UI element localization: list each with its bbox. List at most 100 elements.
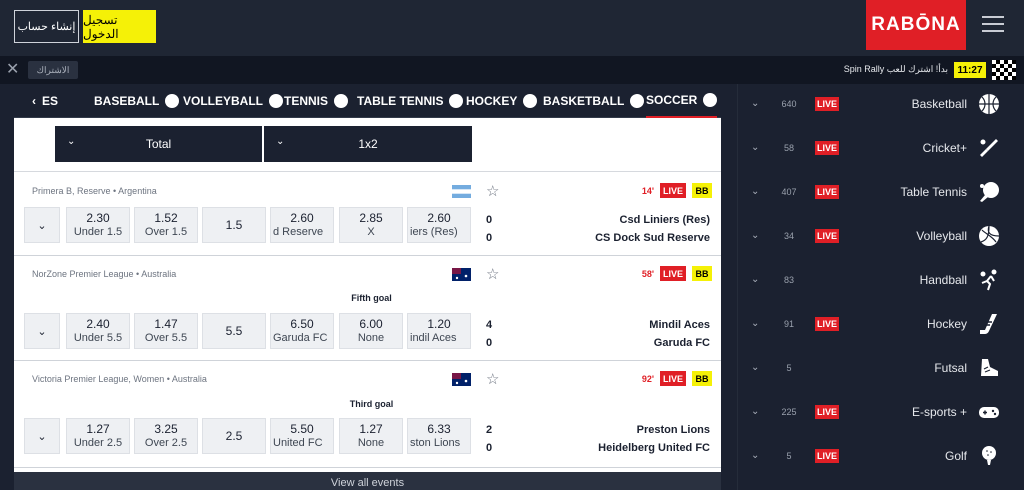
odd-away[interactable]: 5.50 United FC [270,418,334,454]
nav-label: BASKETBALL [543,94,625,108]
team-away[interactable]: Garuda FC [654,337,710,349]
sport-name: Golf [944,449,967,463]
nav-item-tennis[interactable]: TENNIS [284,84,349,118]
menu-icon[interactable] [982,16,1004,36]
view-all-events-button[interactable]: View all events [14,472,721,490]
odd-none[interactable]: 1.27 None [339,418,403,454]
nav-label: HOCKEY [466,94,518,108]
nav-item-volleyball[interactable]: VOLLEYBALL [183,84,283,118]
odd-away[interactable]: 2.60 d Reserve [270,207,334,243]
chevron-down-icon: ⌄ [751,318,760,329]
sidebar-item-esports[interactable]: ⌄ 225 LIVE E-sports + [738,392,1024,436]
chevron-down-icon: ⌄ [67,136,76,147]
odd-under[interactable]: 2.30 Under 1.5 [66,207,130,243]
nav-item-table-tennis[interactable]: TABLE TENNIS [357,84,464,118]
odd-under[interactable]: 2.40 Under 5.5 [66,313,130,349]
australia-flag-icon [452,373,471,386]
odd-none[interactable]: 6.00 None [339,313,403,349]
market-goal-label: Third goal [349,399,394,409]
nav-item-hockey[interactable]: HOCKEY [466,84,538,118]
live-badge: LIVE [815,97,839,111]
table-tennis-icon [449,94,464,108]
nav-item-basketball[interactable]: BASKETBALL [543,84,645,118]
odd-over[interactable]: 1.52 Over 1.5 [134,207,198,243]
rabona-logo[interactable]: RABŌNA [866,0,966,50]
sport-name: Volleyball [916,229,967,243]
subscribe-button[interactable]: الاشتراك [28,61,78,79]
sidebar-item-volleyball[interactable]: ⌄ 34 LIVE Volleyball [738,216,1024,260]
nav-label: TENNIS [284,94,329,108]
chevron-down-icon: ⌄ [276,136,285,147]
favorite-star-icon[interactable]: ☆ [486,265,499,283]
gamepad-icon [979,407,999,418]
sport-name: Table Tennis [900,185,968,199]
ticker-text: Spin Rally بدأ! اشترك للعب [843,64,948,74]
sport-name: Basketball [911,97,967,111]
event-count: 225 [781,407,797,417]
event-count: 91 [783,319,794,329]
expand-odds-button[interactable]: ⌄ [24,313,60,349]
register-button[interactable]: إنشاء حساب [14,10,79,43]
sport-name: Futsal [934,361,967,375]
cricket-icon [980,139,998,157]
odd-home[interactable]: 1.20 indil Aces [407,313,471,349]
sport-name: Hockey [926,317,967,331]
team-home[interactable]: Csd Liniers (Res) [620,214,710,226]
market-filters: ⌄ Total ⌄ 1x2 [14,118,721,172]
favorite-star-icon[interactable]: ☆ [486,182,499,200]
live-badge: LIVE [660,183,686,198]
sidebar-item-cricket[interactable]: ⌄ 58 LIVE Cricket+ [738,128,1024,172]
sport-name: Handball [919,273,967,287]
team-away[interactable]: CS Dock Sud Reserve [595,232,710,244]
chevron-down-icon: ⌄ [751,406,760,417]
australia-flag-icon [452,268,471,281]
market-dropdown-1x2[interactable]: ⌄ 1x2 [264,126,472,162]
golf-icon [982,446,996,465]
nav-item-es[interactable]: ‹ ES [32,84,58,118]
odd-over[interactable]: 3.25 Over 2.5 [134,418,198,454]
match-minute: 58' [641,269,654,279]
hockey-icon [523,94,538,108]
event-count: 5 [786,451,792,461]
expand-odds-button[interactable]: ⌄ [24,418,60,454]
sidebar-item-futsal[interactable]: ⌄ 5 Futsal [738,348,1024,392]
event-count: 407 [781,187,797,197]
sidebar-item-basketball[interactable]: ⌄ 640 LIVE Basketball [738,84,1024,128]
odd-home[interactable]: 2.60 iers (Res) [407,207,471,243]
league-name: Primera B, Reserve • Argentina [32,186,157,196]
sidebar-item-hockey[interactable]: ⌄ 91 LIVE Hockey [738,304,1024,348]
event-count: 640 [781,99,797,109]
chevron-down-icon: ⌄ [751,274,760,285]
live-badge: LIVE [815,141,839,155]
nav-label: BASEBALL [94,94,160,108]
handball-icon [980,269,997,291]
sport-name: Cricket+ [922,141,967,155]
odd-over[interactable]: 1.47 Over 5.5 [134,313,198,349]
login-button[interactable]: تسجيل الدخول [83,10,156,43]
dropdown-label: Total [145,137,172,151]
sidebar-item-handball[interactable]: ⌄ 83 Handball [738,260,1024,304]
basketball-icon [979,94,999,114]
odd-line: 2.5 [202,418,266,454]
odd-draw[interactable]: 2.85 X [339,207,403,243]
close-icon[interactable]: ✕ [6,62,22,78]
team-away[interactable]: Heidelberg United FC [598,442,710,454]
sidebar-item-table-tennis[interactable]: ⌄ 407 LIVE Table Tennis [738,172,1024,216]
odd-away[interactable]: 6.50 Garuda FC [270,313,334,349]
team-home[interactable]: Preston Lions [637,424,710,436]
chevron-down-icon: ⌄ [751,362,760,373]
expand-odds-button[interactable]: ⌄ [24,207,60,243]
sidebar-item-golf[interactable]: ⌄ 5 LIVE Golf [738,436,1024,480]
team-home[interactable]: Mindil Aces [649,319,710,331]
nav-item-baseball[interactable]: BASEBALL [94,84,180,118]
odd-under[interactable]: 1.27 Under 2.5 [66,418,130,454]
nav-label: SOCCER [646,93,698,107]
nav-label: TABLE TENNIS [357,94,444,108]
nav-item-soccer[interactable]: SOCCER [646,84,718,118]
event-count: 5 [786,363,792,373]
table-tennis-icon [980,182,999,202]
market-dropdown-total[interactable]: ⌄ Total [55,126,262,162]
event-count: 83 [783,275,794,285]
favorite-star-icon[interactable]: ☆ [486,370,499,388]
odd-home[interactable]: 6.33 ston Lions [407,418,471,454]
